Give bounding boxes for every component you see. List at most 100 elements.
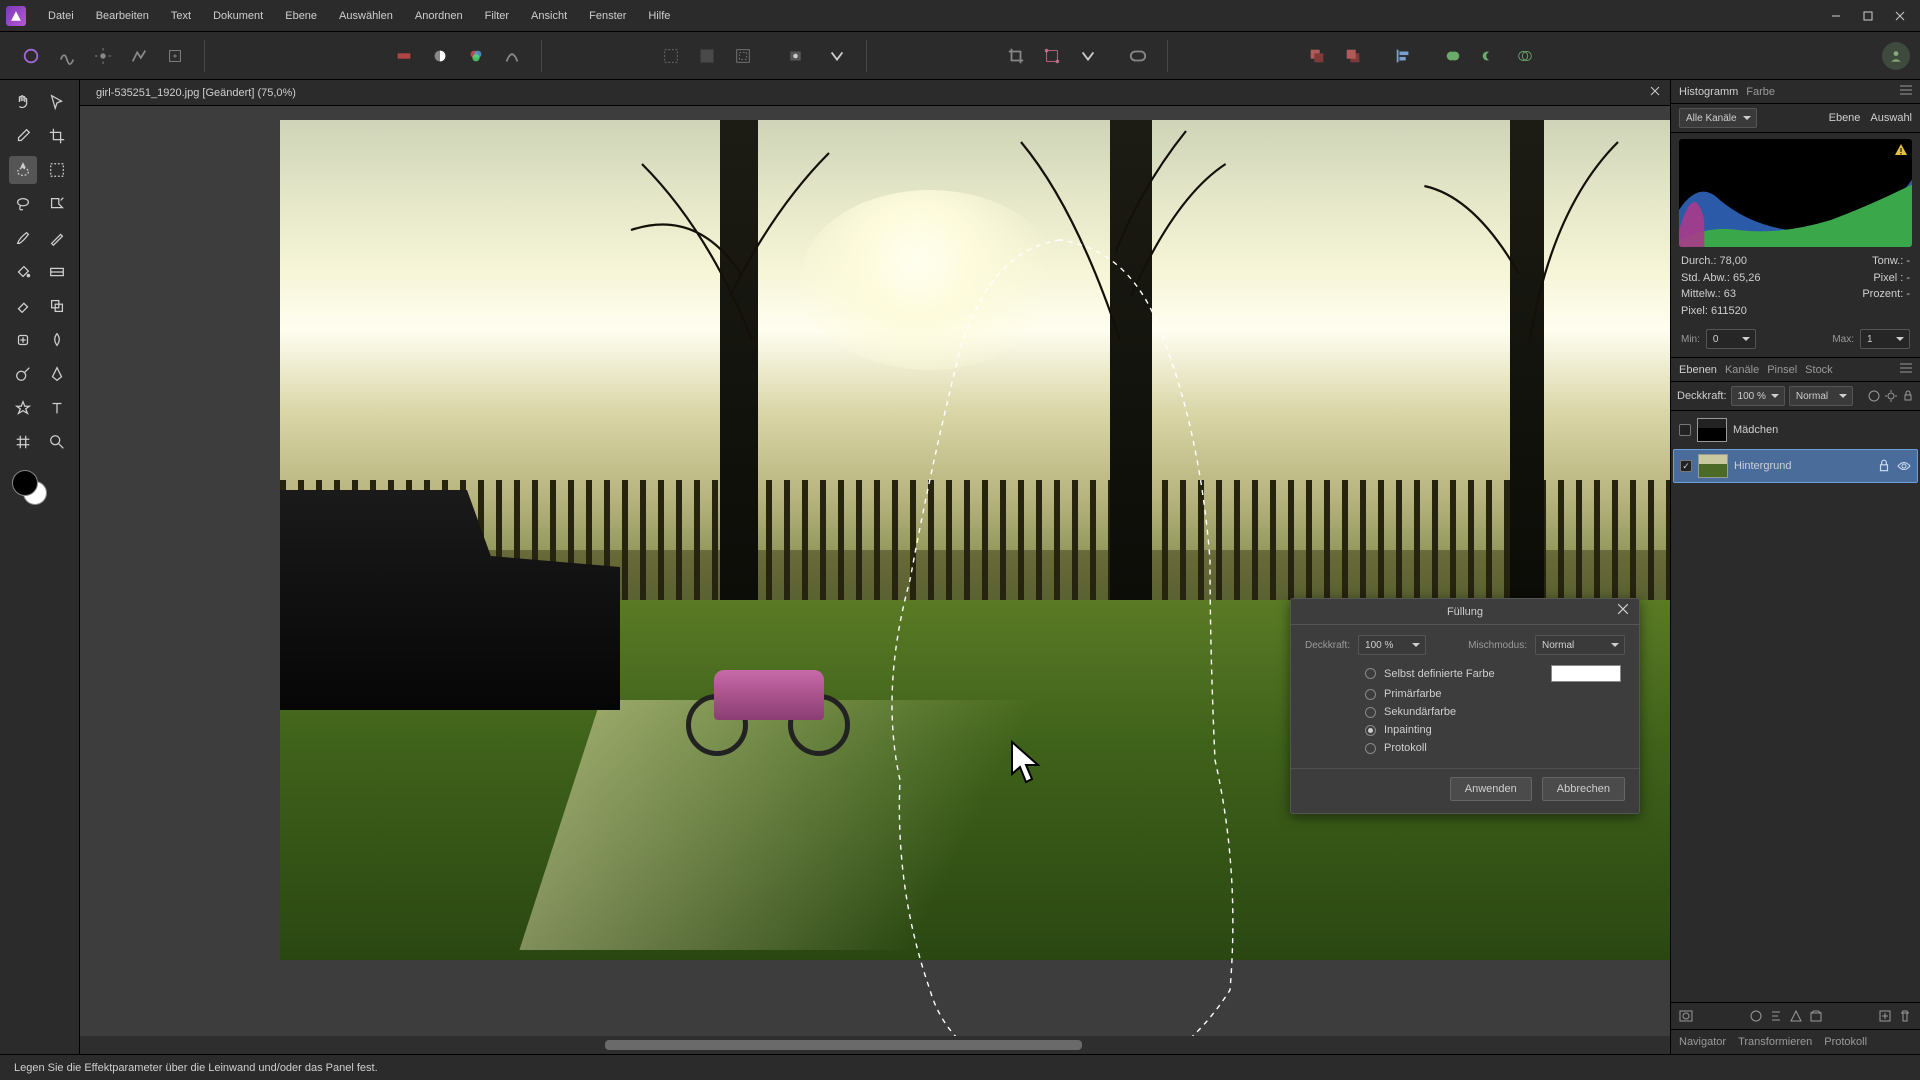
- canvas-viewport[interactable]: [80, 106, 1670, 1036]
- crop-icon[interactable]: [1003, 43, 1029, 69]
- selection-mode1-icon[interactable]: [658, 43, 684, 69]
- menu-anordnen[interactable]: Anordnen: [405, 6, 473, 26]
- eye-icon[interactable]: [1897, 459, 1911, 473]
- dialog-apply-button[interactable]: Anwenden: [1450, 777, 1532, 801]
- autolevels-icon[interactable]: [391, 43, 417, 69]
- document-close-button[interactable]: [1640, 86, 1670, 99]
- primary-color-swatch[interactable]: [12, 470, 38, 496]
- layer-visibility-check[interactable]: [1680, 460, 1692, 472]
- channel-dropdown[interactable]: Alle Kanäle: [1679, 108, 1757, 128]
- dialog-cancel-button[interactable]: Abbrechen: [1542, 777, 1625, 801]
- dropdown-chevron-icon[interactable]: [1075, 43, 1101, 69]
- layer-item[interactable]: Hintergrund: [1673, 449, 1918, 483]
- tab-histogram[interactable]: Histogramm: [1679, 86, 1738, 98]
- selection-mode2-icon[interactable]: [694, 43, 720, 69]
- layer-item[interactable]: Mädchen: [1673, 413, 1918, 447]
- tab-channels[interactable]: Kanäle: [1725, 364, 1759, 376]
- radio-inpainting[interactable]: [1365, 725, 1376, 736]
- persona-liquify-icon[interactable]: [54, 43, 80, 69]
- window-close-button[interactable]: [1886, 5, 1914, 27]
- tab-stock[interactable]: Stock: [1805, 364, 1833, 376]
- group-icon[interactable]: [1809, 1009, 1823, 1023]
- menu-datei[interactable]: Datei: [38, 6, 84, 26]
- radio-history[interactable]: [1365, 743, 1376, 754]
- flood-select-tool-icon[interactable]: [43, 190, 71, 218]
- mesh-tool-icon[interactable]: [9, 428, 37, 456]
- zoom-tool-icon[interactable]: [43, 428, 71, 456]
- layer-gear-icon[interactable]: [1885, 390, 1897, 402]
- color-swatches[interactable]: [12, 470, 52, 510]
- vignette-icon[interactable]: [1125, 43, 1151, 69]
- layer-visibility-check[interactable]: [1679, 424, 1691, 436]
- mask-icon[interactable]: [1679, 1009, 1693, 1023]
- min-input[interactable]: 0: [1706, 329, 1756, 349]
- tab-layers[interactable]: Ebenen: [1679, 364, 1717, 376]
- horizontal-scrollbar[interactable]: [80, 1036, 1670, 1054]
- menu-dokument[interactable]: Dokument: [203, 6, 273, 26]
- persona-photo-icon[interactable]: [18, 43, 44, 69]
- radio-secondary[interactable]: [1365, 707, 1376, 718]
- histo-link-layer[interactable]: Ebene: [1829, 112, 1861, 124]
- dodge-tool-icon[interactable]: [9, 360, 37, 388]
- lasso-tool-icon[interactable]: [9, 190, 37, 218]
- pen-tool-icon[interactable]: [43, 360, 71, 388]
- tab-color[interactable]: Farbe: [1746, 86, 1775, 98]
- quickmask-icon[interactable]: [780, 43, 814, 69]
- layer-lock-icon[interactable]: [1902, 390, 1914, 402]
- dropdown-chevron-icon[interactable]: [824, 43, 850, 69]
- resize-icon[interactable]: [1039, 43, 1065, 69]
- shape-tool-icon[interactable]: [9, 394, 37, 422]
- pencil-tool-icon[interactable]: [43, 224, 71, 252]
- selection-brush-tool-icon[interactable]: [9, 156, 37, 184]
- layer-fx-icon[interactable]: [1868, 390, 1880, 402]
- window-minimize-button[interactable]: [1822, 5, 1850, 27]
- color-picker-tool-icon[interactable]: [9, 122, 37, 150]
- menu-auswaehlen[interactable]: Auswählen: [329, 6, 403, 26]
- radio-custom-color[interactable]: [1365, 668, 1376, 679]
- menu-text[interactable]: Text: [161, 6, 201, 26]
- radio-primary[interactable]: [1365, 689, 1376, 700]
- bool-int-icon[interactable]: [1512, 43, 1538, 69]
- clone-tool-icon[interactable]: [43, 292, 71, 320]
- menu-filter[interactable]: Filter: [475, 6, 519, 26]
- menu-hilfe[interactable]: Hilfe: [638, 6, 680, 26]
- dlg-opacity-dropdown[interactable]: 100 %: [1358, 635, 1426, 655]
- menu-fenster[interactable]: Fenster: [579, 6, 636, 26]
- autowb-icon[interactable]: [499, 43, 525, 69]
- bool-sub-icon[interactable]: [1476, 43, 1502, 69]
- layer-name[interactable]: Hintergrund: [1734, 460, 1871, 472]
- custom-color-swatch[interactable]: [1551, 665, 1621, 682]
- lock-icon[interactable]: [1877, 459, 1891, 473]
- menu-ansicht[interactable]: Ansicht: [521, 6, 577, 26]
- dlg-blend-dropdown[interactable]: Normal: [1535, 635, 1625, 655]
- autocontrast-icon[interactable]: [427, 43, 453, 69]
- move-tool-icon[interactable]: [43, 88, 71, 116]
- tab-navigator[interactable]: Navigator: [1679, 1036, 1726, 1048]
- autocolor-icon[interactable]: [463, 43, 489, 69]
- layer-opacity-dropdown[interactable]: 100 %: [1731, 386, 1785, 406]
- persona-export-icon[interactable]: [162, 43, 188, 69]
- persona-develop-icon[interactable]: [90, 43, 116, 69]
- marquee-tool-icon[interactable]: [43, 156, 71, 184]
- menu-bearbeiten[interactable]: Bearbeiten: [86, 6, 159, 26]
- tab-brushes[interactable]: Pinsel: [1767, 364, 1797, 376]
- bool-add-icon[interactable]: [1440, 43, 1466, 69]
- add-layer-icon[interactable]: [1878, 1009, 1892, 1023]
- brush-tool-icon[interactable]: [9, 224, 37, 252]
- gradient-tool-icon[interactable]: [43, 258, 71, 286]
- document-tab[interactable]: girl-535251_1920.jpg [Geändert] (75,0%): [86, 83, 306, 103]
- arrange-front-icon[interactable]: [1340, 43, 1366, 69]
- fill-tool-icon[interactable]: [9, 258, 37, 286]
- menu-ebene[interactable]: Ebene: [275, 6, 327, 26]
- dialog-close-button[interactable]: [1617, 603, 1633, 619]
- delete-layer-icon[interactable]: [1898, 1009, 1912, 1023]
- histo-link-selection[interactable]: Auswahl: [1870, 112, 1912, 124]
- text-tool-icon[interactable]: [43, 394, 71, 422]
- align-icon[interactable]: [1390, 43, 1416, 69]
- smudge-tool-icon[interactable]: [43, 326, 71, 354]
- layer-blend-dropdown[interactable]: Normal: [1789, 386, 1853, 406]
- selection-mode3-icon[interactable]: [730, 43, 756, 69]
- panel-menu-icon[interactable]: [1900, 85, 1912, 98]
- fx-icon[interactable]: [1769, 1009, 1783, 1023]
- panel-menu-icon[interactable]: [1900, 363, 1912, 376]
